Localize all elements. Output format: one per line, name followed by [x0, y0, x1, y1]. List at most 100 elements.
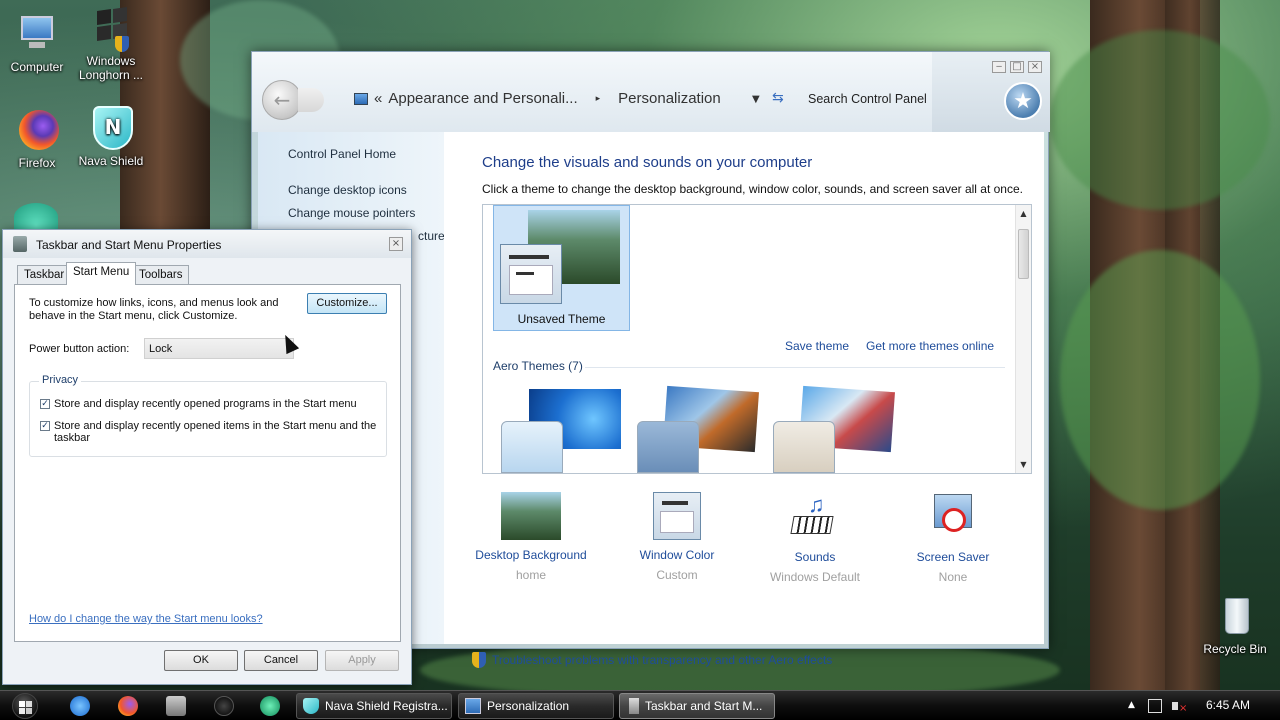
internet-explorer-icon[interactable]: [70, 696, 90, 716]
control-panel-icon: [354, 92, 368, 105]
apply-button[interactable]: Apply: [325, 650, 399, 671]
option-value: Custom: [656, 568, 698, 582]
taskbar-button-label: Nava Shield Registra...: [325, 699, 448, 713]
breadcrumb-chevrons[interactable]: «: [374, 90, 382, 107]
windows-logo-icon: [89, 6, 133, 52]
desktop-icon-computer[interactable]: Computer: [2, 12, 72, 74]
foliage: [1060, 250, 1260, 510]
customize-button[interactable]: Customize...: [307, 293, 387, 314]
theme-item-landscapes[interactable]: [769, 385, 895, 473]
scroll-thumb[interactable]: [1018, 229, 1029, 279]
tab-start-menu[interactable]: Start Menu: [66, 262, 137, 285]
cancel-button[interactable]: Cancel: [244, 650, 318, 671]
option-label[interactable]: Desktop Background: [466, 548, 596, 562]
desktop-icon-firefox[interactable]: Firefox: [2, 108, 72, 170]
breadcrumb-parent[interactable]: Appearance and Personali...: [388, 90, 577, 107]
theme-glass-preview: [637, 421, 699, 473]
scroll-down-arrow-icon[interactable]: ▼: [1016, 460, 1031, 469]
recent-items-label[interactable]: Store and display recently opened items …: [54, 420, 384, 444]
computer-icon: [15, 12, 59, 56]
back-button[interactable]: ←: [262, 80, 302, 120]
taskbar-button-personalization[interactable]: Personalization: [458, 693, 614, 719]
firefox-icon[interactable]: [118, 696, 138, 716]
aero-themes-header: Aero Themes (7): [493, 359, 583, 373]
desktop-icon-nava-shield[interactable]: N Nava Shield: [76, 106, 146, 168]
taskbar-properties-dialog: Taskbar and Start Menu Properties × Task…: [2, 229, 412, 685]
theme-item-unsaved[interactable]: Unsaved Theme: [493, 205, 630, 331]
page-subtitle: Click a theme to change the desktop back…: [482, 182, 1023, 196]
green-app-icon[interactable]: [260, 696, 280, 716]
firefox-icon: [15, 108, 59, 152]
change-account-picture-link[interactable]: cture: [418, 229, 445, 243]
volume-muted-icon[interactable]: ×: [1172, 699, 1187, 714]
scroll-up-arrow-icon[interactable]: ▲: [1016, 209, 1031, 218]
start-menu-help-link[interactable]: How do I change the way the Start menu l…: [29, 613, 263, 625]
refresh-icon[interactable]: ⇆: [772, 90, 784, 106]
desktop-icon-label: Windows Longhorn ...: [78, 54, 144, 82]
sounds-option[interactable]: ♫ Sounds Windows Default: [750, 492, 880, 584]
monitor-icon: [465, 698, 481, 714]
theme-name: Unsaved Theme: [517, 312, 606, 326]
ok-button[interactable]: OK: [164, 650, 238, 671]
change-mouse-pointers-link[interactable]: Change mouse pointers: [288, 206, 415, 220]
option-label[interactable]: Window Color: [612, 548, 742, 562]
window-color-option[interactable]: Window Color Custom: [612, 492, 742, 582]
desktop-icon-windows-longhorn[interactable]: Windows Longhorn ...: [76, 6, 146, 82]
window-color-preview: [500, 244, 562, 304]
tray-expand-arrow-icon[interactable]: ▲: [1128, 700, 1135, 710]
close-button[interactable]: ×: [1028, 61, 1042, 73]
power-button-select[interactable]: Lock: [144, 338, 294, 359]
dialog-title-bar[interactable]: Taskbar and Start Menu Properties ×: [3, 230, 411, 258]
recent-programs-checkbox[interactable]: ✓: [40, 399, 50, 409]
partial-desktop-icon[interactable]: [14, 203, 58, 231]
desktop-icon-recycle-bin[interactable]: Recycle Bin: [1200, 594, 1270, 656]
recent-items-checkbox[interactable]: ✓: [40, 421, 50, 431]
tab-taskbar[interactable]: Taskbar: [17, 265, 72, 284]
save-theme-link[interactable]: Save theme: [785, 339, 849, 353]
address-bar-area: ← « Appearance and Personali... ▸ Person…: [252, 52, 1050, 132]
taskbar-button-taskbar-properties[interactable]: Taskbar and Start M...: [619, 693, 775, 719]
theme-item-windows[interactable]: [497, 389, 621, 473]
breadcrumb-current[interactable]: Personalization: [618, 90, 721, 107]
theme-glass-preview: [501, 421, 563, 473]
troubleshoot-text[interactable]: Troubleshoot problems with transparency …: [492, 653, 832, 667]
personalization-content: Change the visuals and sounds on your co…: [444, 132, 1044, 668]
forward-button[interactable]: [298, 88, 324, 112]
change-desktop-icons-link[interactable]: Change desktop icons: [288, 183, 407, 197]
page-title: Change the visuals and sounds on your co…: [482, 154, 813, 171]
taskbar-button-nava-shield[interactable]: Nava Shield Registra...: [296, 693, 452, 719]
maximize-button[interactable]: □: [1010, 61, 1024, 73]
control-panel-home-link[interactable]: Control Panel Home: [288, 147, 396, 161]
favorites-star-icon[interactable]: ★: [1004, 82, 1042, 120]
theme-list[interactable]: Unsaved Theme Save theme Get more themes…: [482, 204, 1032, 474]
printer-icon[interactable]: [166, 696, 186, 716]
theme-item-architecture[interactable]: [633, 385, 759, 473]
close-button[interactable]: ×: [389, 237, 403, 251]
search-input[interactable]: Search Control Panel: [808, 92, 927, 106]
desktop-background-option[interactable]: Desktop Background home: [466, 492, 596, 582]
option-label[interactable]: Sounds: [750, 550, 880, 564]
nava-shield-icon: N: [89, 106, 133, 150]
recent-programs-label[interactable]: Store and display recently opened progra…: [54, 398, 384, 410]
start-button[interactable]: [6, 692, 44, 720]
taskbar-props-icon: [629, 698, 639, 714]
get-more-themes-link[interactable]: Get more themes online: [866, 339, 994, 353]
minimize-button[interactable]: ‒: [992, 61, 1006, 73]
option-label[interactable]: Screen Saver: [888, 550, 1018, 564]
breadcrumb-separator[interactable]: ▸: [596, 93, 601, 104]
action-center-flag-icon[interactable]: [1148, 699, 1162, 713]
start-menu-tab-panel: To customize how links, icons, and menus…: [14, 284, 401, 642]
media-orb-icon[interactable]: [214, 696, 234, 716]
breadcrumb[interactable]: « Appearance and Personali... ▸ Personal…: [354, 90, 721, 107]
address-dropdown-icon[interactable]: ▼: [752, 94, 760, 105]
desktop-icon-label: Recycle Bin: [1203, 642, 1267, 656]
tab-toolbars[interactable]: Toolbars: [132, 265, 190, 284]
theme-list-scrollbar[interactable]: ▲ ▼: [1015, 205, 1031, 473]
dialog-title: Taskbar and Start Menu Properties: [36, 238, 222, 252]
screen-saver-option[interactable]: Screen Saver None: [888, 492, 1018, 584]
troubleshoot-link[interactable]: Troubleshoot problems with transparency …: [472, 652, 832, 668]
group-divider: [585, 367, 1005, 368]
system-clock[interactable]: 6:45 AM: [1206, 698, 1250, 712]
privacy-title: Privacy: [39, 374, 82, 386]
desktop-icon-label: Nava Shield: [78, 154, 144, 168]
